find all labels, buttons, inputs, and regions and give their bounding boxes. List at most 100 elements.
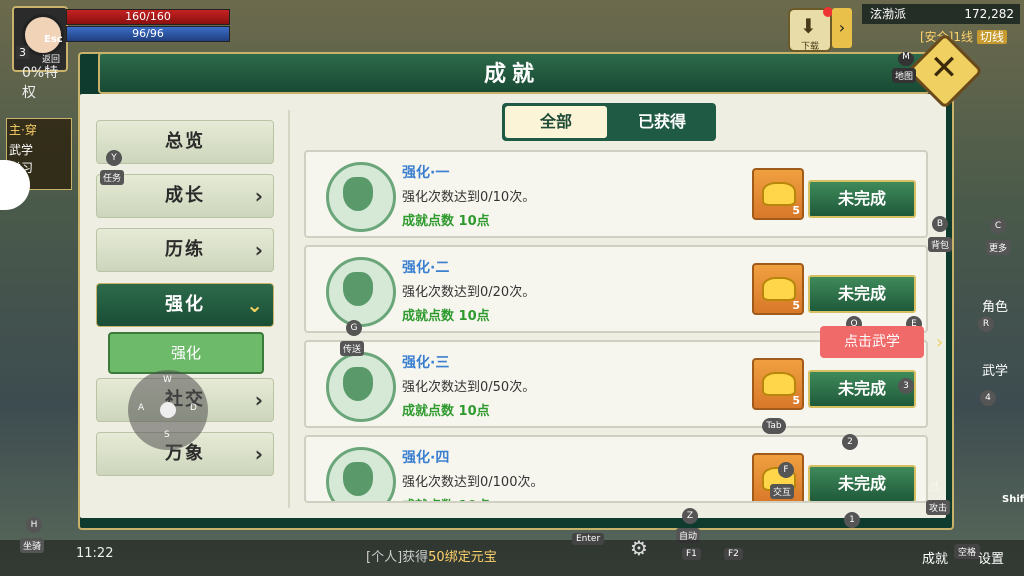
achievement-button[interactable]: 成就 <box>922 548 948 567</box>
reward-ingot[interactable]: 5 <box>752 168 804 220</box>
hand-icon: ☝ <box>930 476 940 495</box>
player-level: 3 <box>16 46 29 59</box>
divider <box>288 110 290 508</box>
key-enter: Enter <box>572 533 605 545</box>
key-a: A <box>138 403 145 413</box>
map-label[interactable]: 地图 <box>892 68 917 83</box>
privilege-percent: 0%特权 <box>22 65 59 101</box>
clan-name: 泫渤派 <box>870 7 907 21</box>
key-b: B <box>932 216 948 232</box>
bottom-bar <box>0 540 1024 576</box>
quest-line-1: 武学 <box>9 143 34 157</box>
role-button[interactable]: 角色 <box>970 296 1020 315</box>
gold-ingot-icon <box>762 182 796 206</box>
clan-value: 172,282 <box>964 7 1014 21</box>
key-3: 3 <box>898 378 914 394</box>
tab-all[interactable]: 全部 <box>505 106 607 138</box>
key-tab: Tab <box>762 418 786 434</box>
chevron-right-icon: › <box>936 332 944 353</box>
chevron-down-icon: ⌄ <box>246 293 263 317</box>
map-key: M <box>898 52 914 66</box>
nav-item-overview[interactable]: 总览 <box>96 120 274 164</box>
achievement-name: 强化·三 <box>402 355 450 371</box>
quest-title: 主·穿 <box>9 123 37 137</box>
reward-count: 5 <box>792 394 800 407</box>
tab-obtained[interactable]: 已获得 <box>611 106 713 138</box>
emblem-icon <box>326 162 396 232</box>
player-avatar[interactable]: 3 Esc 返回 0%特权 <box>12 6 68 101</box>
subnav-enhance[interactable]: 强化 <box>108 332 264 374</box>
achievement-points: 成就点数 10点 <box>402 495 490 501</box>
key-c: C <box>990 218 1006 234</box>
mp-bar: 96/96 <box>66 26 230 42</box>
interact-label[interactable]: 交互 <box>770 484 795 499</box>
nav-label: 总览 <box>165 131 205 152</box>
expand-arrow-icon[interactable]: › <box>832 8 852 48</box>
nav-item-experience[interactable]: 历练 › <box>96 228 274 272</box>
emblem-icon <box>326 352 396 422</box>
achievement-points: 成就点数 10点 <box>402 404 490 419</box>
key-f2: F2 <box>724 548 743 560</box>
key-2: 2 <box>842 434 858 450</box>
gold-ingot-icon <box>762 277 796 301</box>
download-label: 下载 <box>800 42 819 52</box>
achievement-desc: 强化次数达到0/10次。 <box>402 190 536 205</box>
chevron-right-icon: › <box>254 442 263 466</box>
achievement-desc: 强化次数达到0/50次。 <box>402 380 536 395</box>
more-label[interactable]: 更多 <box>986 240 1011 255</box>
achievement-desc: 强化次数达到0/100次。 <box>402 475 544 490</box>
clan-info: 泫渤派 172,282 <box>862 4 1020 24</box>
teleport-label[interactable]: 传送 <box>340 341 365 356</box>
reward-ingot[interactable]: 5 <box>752 358 804 410</box>
martial-arts-tooltip[interactable]: 点击武学 <box>820 326 924 358</box>
settings-button[interactable]: 设置 <box>978 548 1004 567</box>
joystick-knob[interactable] <box>160 402 176 418</box>
mount-label[interactable]: 坐骑 <box>20 538 45 553</box>
chat-highlight: 50绑定元宝 <box>428 550 497 565</box>
clock: 11:22 <box>76 546 114 561</box>
achievement-name: 强化·一 <box>402 165 450 181</box>
emblem-icon <box>326 447 396 501</box>
key-4: 4 <box>980 390 996 406</box>
nav-label: 历练 <box>165 239 205 260</box>
key-shift: Shift <box>1002 494 1024 505</box>
download-button[interactable]: ⬇ 下载 <box>788 7 833 52</box>
reward-ingot[interactable]: 5 <box>752 263 804 315</box>
key-s: S <box>164 430 170 440</box>
key-r: R <box>978 316 994 332</box>
chevron-right-icon: › <box>254 238 263 262</box>
nav-item-enhance[interactable]: 强化 ⌄ <box>96 283 274 327</box>
reward-count: 5 <box>792 204 800 217</box>
bag-label[interactable]: 背包 <box>928 237 953 252</box>
chevron-right-icon: › <box>254 388 263 412</box>
gold-ingot-icon <box>762 372 796 396</box>
attack-label[interactable]: 攻击 <box>926 500 951 515</box>
status-button[interactable]: 未完成 <box>808 180 916 218</box>
emblem-icon <box>326 257 396 327</box>
switch-line-button[interactable]: 切线 <box>977 30 1008 44</box>
key-d: D <box>190 403 197 413</box>
achievement-points: 成就点数 10点 <box>402 309 490 324</box>
gear-icon[interactable]: ⚙ <box>630 536 648 560</box>
filter-tabs: 全部 已获得 <box>502 103 716 141</box>
key-z: Z <box>682 508 698 524</box>
movement-joystick[interactable]: W A S D <box>128 370 208 450</box>
panel-title: 成就 <box>483 62 540 87</box>
achievement-desc: 强化次数达到0/20次。 <box>402 285 536 300</box>
reward-count: 5 <box>792 299 800 312</box>
status-button[interactable]: 未完成 <box>808 465 916 501</box>
key-g: G <box>346 320 362 336</box>
achievement-name: 强化·二 <box>402 260 450 276</box>
download-icon: ⬇ <box>800 14 817 38</box>
chat-message[interactable]: [个人]获得50绑定元宝 <box>366 546 497 565</box>
close-icon[interactable]: ✕ <box>924 48 964 88</box>
key-w: W <box>163 375 172 385</box>
status-button[interactable]: 未完成 <box>808 275 916 313</box>
key-f: F <box>778 462 794 478</box>
task-label[interactable]: 任务 <box>100 170 125 185</box>
key-h: H <box>26 517 42 533</box>
achievement-card: 强化·二 强化次数达到0/20次。 成就点数 10点 5 未完成 <box>304 245 928 333</box>
key-y: Y <box>106 150 122 166</box>
martial-button[interactable]: 武学 <box>970 360 1020 379</box>
key-f1: F1 <box>682 548 701 560</box>
